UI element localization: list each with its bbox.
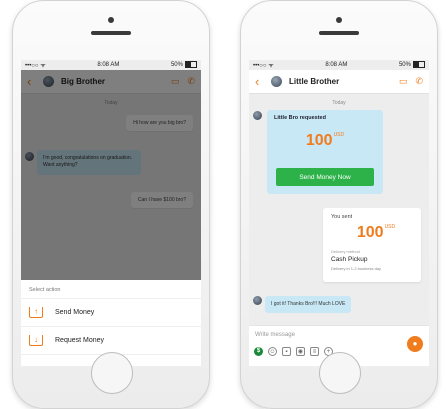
camera-dot bbox=[336, 17, 342, 23]
speaker-grille bbox=[91, 31, 131, 35]
back-chevron-icon[interactable]: ‹ bbox=[255, 74, 267, 89]
sender-avatar bbox=[253, 296, 262, 305]
delivery-method-value: Cash Pickup bbox=[331, 256, 368, 263]
request-money-action[interactable]: ↓ Request Money bbox=[21, 327, 201, 355]
action-label: Request Money bbox=[55, 337, 105, 344]
sent-amount: 100USD bbox=[356, 224, 396, 241]
send-money-now-button[interactable]: Send Money Now bbox=[276, 168, 374, 186]
signal-indicator: •••○○ ᯤ bbox=[25, 63, 46, 69]
emoji-icon[interactable]: ☺ bbox=[268, 347, 277, 356]
sticker-icon[interactable]: ≡ bbox=[310, 347, 319, 356]
status-time: 8:08 AM bbox=[325, 62, 348, 68]
battery-icon bbox=[412, 61, 425, 69]
action-label: Send Money bbox=[55, 309, 95, 316]
sender-avatar bbox=[253, 111, 262, 120]
camera-icon[interactable]: ◉ bbox=[296, 347, 305, 356]
microphone-icon[interactable]: ● bbox=[407, 336, 423, 352]
message-input[interactable]: Write message bbox=[255, 332, 295, 338]
request-title: Little Bro requested bbox=[274, 115, 326, 121]
status-bar: •••○○ ᯤ 8:08 AM 50% bbox=[21, 60, 201, 70]
message-incoming: I got it! Thanks Bro!!! Much LOVE bbox=[265, 296, 352, 314]
send-money-icon: ↑ bbox=[29, 307, 43, 318]
status-bar: •••○○ ᯤ 8:08 AM 50% bbox=[249, 60, 429, 70]
currency-label: USD bbox=[384, 224, 396, 230]
screen-right: •••○○ ᯤ 8:08 AM 50% ‹ Little Brother ▭ ✆… bbox=[249, 60, 429, 366]
screen-left: •••○○ ᯤ 8:08 AM 50% ‹ Big Brother ▭ ✆ To… bbox=[21, 60, 201, 366]
home-button[interactable] bbox=[91, 352, 133, 394]
camera-dot bbox=[108, 17, 114, 23]
dollar-icon[interactable]: $ bbox=[254, 347, 263, 356]
contact-name: Little Brother bbox=[289, 77, 340, 86]
image-icon[interactable]: ▪ bbox=[282, 347, 291, 356]
battery-indicator: 50% bbox=[171, 61, 197, 69]
phone-left: •••○○ ᯤ 8:08 AM 50% ‹ Big Brother ▭ ✆ To… bbox=[12, 0, 210, 409]
delivery-method-label: Delivery method bbox=[331, 249, 360, 254]
composer-toolbar: $ ☺ ▪ ◉ ≡ + bbox=[254, 347, 338, 356]
currency-label: USD bbox=[333, 132, 345, 138]
delivery-time: Delivery in 1-2 business day bbox=[331, 266, 382, 271]
battery-indicator: 50% bbox=[399, 61, 425, 69]
action-sheet-title: Select action bbox=[21, 280, 201, 299]
video-call-icon[interactable]: ▭ bbox=[399, 76, 408, 87]
signal-indicator: •••○○ ᯤ bbox=[253, 63, 274, 69]
phone-call-icon[interactable]: ✆ bbox=[415, 76, 423, 87]
request-money-icon: ↓ bbox=[29, 335, 43, 346]
date-divider: Today bbox=[332, 100, 346, 106]
sent-label: You sent bbox=[331, 214, 353, 220]
money-sent-card: You sent 100USD Delivery method Cash Pic… bbox=[323, 208, 421, 282]
money-request-card: Little Bro requested 100USD Send Money N… bbox=[267, 110, 383, 194]
chat-header: ‹ Little Brother ▭ ✆ bbox=[249, 70, 429, 94]
request-amount: 100USD bbox=[305, 132, 345, 149]
home-button[interactable] bbox=[319, 352, 361, 394]
speaker-grille bbox=[319, 31, 359, 35]
send-money-action[interactable]: ↑ Send Money bbox=[21, 299, 201, 327]
battery-icon bbox=[184, 61, 197, 69]
avatar[interactable] bbox=[270, 75, 283, 88]
phone-right: •••○○ ᯤ 8:08 AM 50% ‹ Little Brother ▭ ✆… bbox=[240, 0, 438, 409]
status-time: 8:08 AM bbox=[97, 62, 120, 68]
